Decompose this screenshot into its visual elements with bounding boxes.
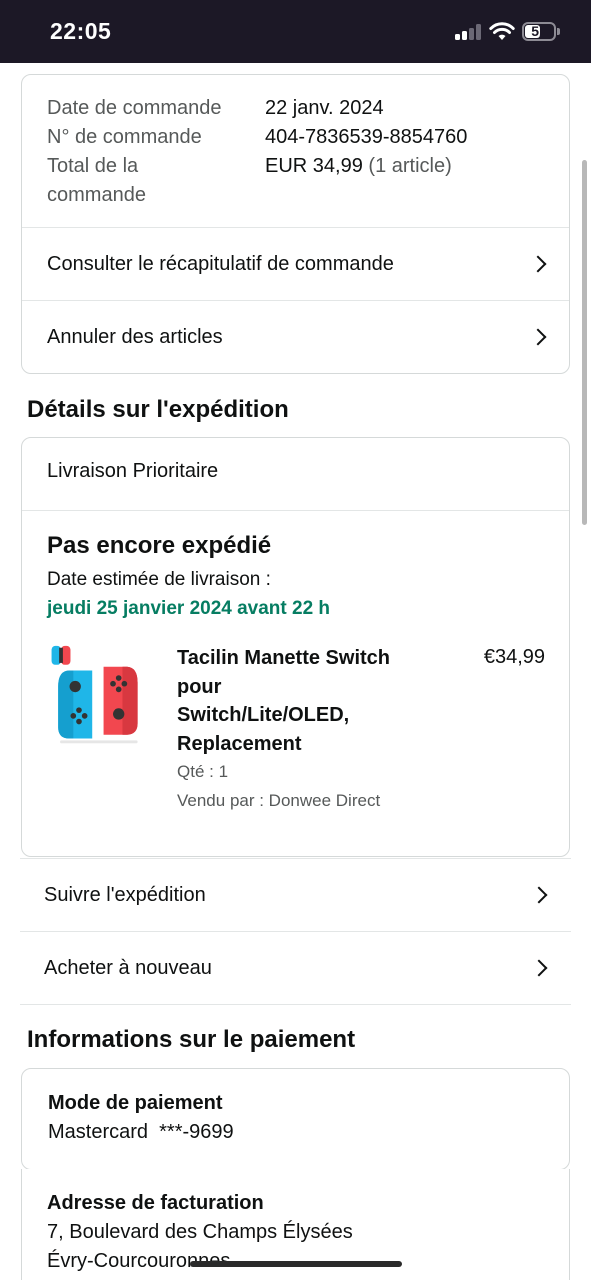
buy-again-label: Acheter à nouveau	[44, 956, 212, 979]
shipping-method: Livraison Prioritaire	[47, 460, 219, 482]
order-recap-label: Consulter le récapitulatif de commande	[47, 252, 394, 275]
chevron-right-icon	[530, 886, 548, 904]
battery-level: 51	[531, 23, 547, 39]
payment-section-title: Informations sur le paiement	[27, 1026, 356, 1053]
battery-icon: 51	[522, 22, 556, 41]
product-title-line: pour	[177, 675, 222, 698]
order-number-label: N° de commande	[47, 126, 202, 148]
status-bar: 22:05 51	[0, 0, 591, 63]
divider	[20, 1004, 571, 1005]
cellular-signal-icon	[455, 24, 483, 40]
order-total-label: Total de la	[47, 155, 139, 177]
shipment-card: Livraison Prioritaire Pas encore expédié…	[21, 437, 570, 857]
order-total-label-line2: commande	[47, 184, 146, 206]
product-price: €34,99	[483, 646, 545, 668]
track-shipment-link[interactable]: Suivre l'expédition	[20, 859, 571, 931]
joy-con-controller-icon[interactable]	[46, 644, 146, 748]
order-date-value: 22 janv. 2024	[265, 97, 384, 119]
chevron-right-icon	[529, 328, 547, 346]
shipment-section-title: Détails sur l'expédition	[27, 396, 289, 423]
payment-method-card: Mode de paiement Mastercard ***-9699	[21, 1068, 570, 1170]
order-number-value: 404-7836539-8854760	[265, 126, 468, 148]
product-title-line: Tacilin Manette Switch	[177, 647, 390, 669]
payment-method-label: Mode de paiement	[48, 1092, 223, 1114]
order-date-label: Date de commande	[47, 97, 222, 119]
product-title-line: Switch/Lite/OLED,	[177, 704, 350, 726]
shipment-status: Pas encore expédié	[47, 532, 272, 559]
cancel-items-label: Annuler des articles	[47, 326, 223, 348]
order-total-value: EUR 34,99 (1 article)	[265, 152, 452, 181]
order-total-count: (1 article)	[368, 155, 452, 177]
delivery-estimate-label: Date estimée de livraison :	[47, 569, 271, 590]
product-seller: Vendu par : Donwee Direct	[177, 791, 381, 810]
buy-again-link[interactable]: Acheter à nouveau	[20, 932, 571, 1004]
product-title[interactable]: Tacilin Manette Switch pour Switch/Lite/…	[177, 644, 437, 758]
wifi-icon	[489, 22, 515, 40]
divider	[22, 510, 569, 511]
product-title-line: Replacement	[177, 732, 302, 755]
status-time: 22:05	[50, 18, 112, 44]
battery-nub	[557, 28, 560, 35]
billing-address-line: 7, Boulevard des Champs Élysées	[47, 1221, 353, 1243]
chevron-right-icon	[529, 255, 547, 273]
payment-method-value: Mastercard ***-9699	[48, 1121, 234, 1143]
order-summary-card: Date de commande 22 janv. 2024 N° de com…	[21, 74, 570, 374]
delivery-estimate-date: jeudi 25 janvier 2024 avant 22 h	[47, 598, 331, 619]
billing-address-label: Adresse de facturation	[47, 1192, 264, 1214]
chevron-right-icon	[530, 959, 548, 977]
home-indicator[interactable]	[190, 1261, 402, 1267]
product-quantity: Qté : 1	[177, 762, 229, 781]
cancel-items-link[interactable]: Annuler des articles	[22, 301, 569, 373]
order-recap-link[interactable]: Consulter le récapitulatif de commande	[22, 228, 569, 300]
track-shipment-label: Suivre l'expédition	[44, 883, 206, 906]
scrollbar[interactable]	[582, 160, 587, 525]
order-total-amount: EUR 34,99	[265, 155, 363, 177]
